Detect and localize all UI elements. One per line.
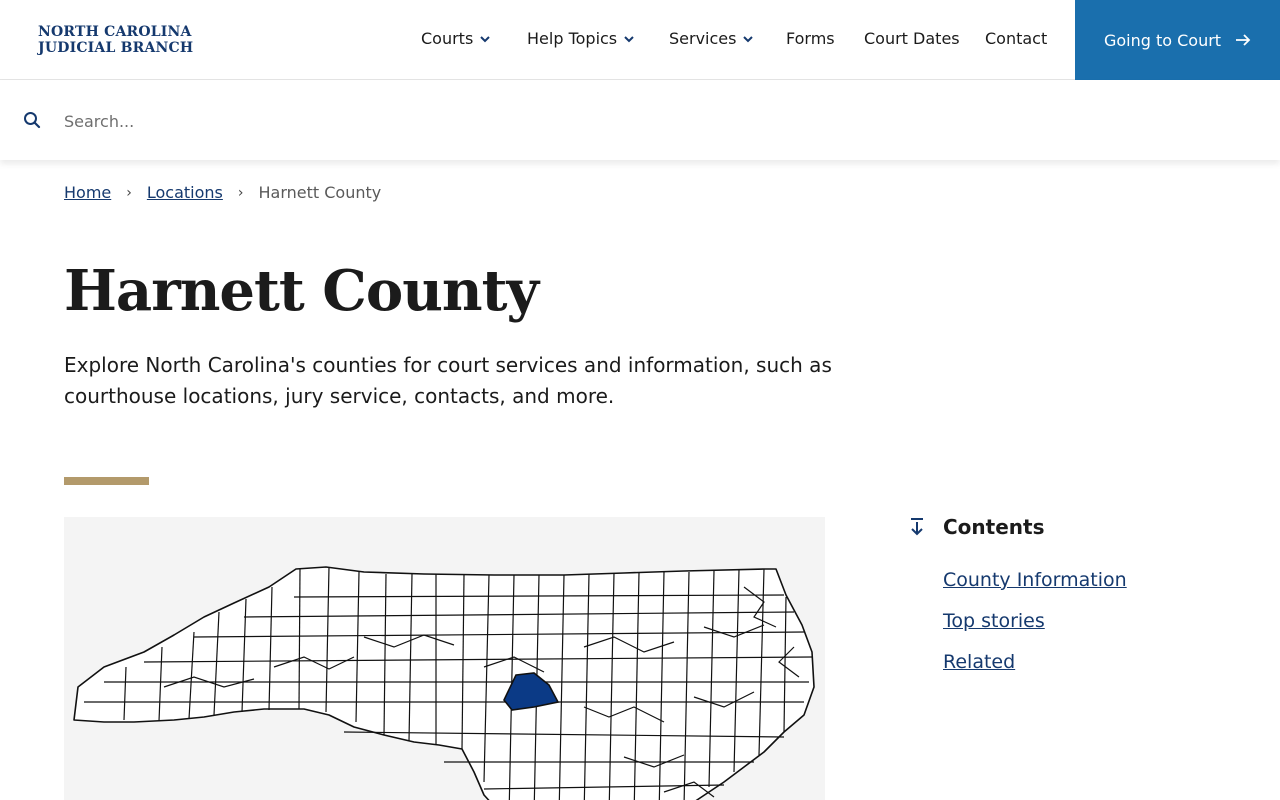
search-bar — [0, 80, 1280, 160]
breadcrumb-locations[interactable]: Locations — [147, 183, 223, 202]
chevron-down-icon — [480, 35, 491, 42]
chevron-right-icon: › — [126, 184, 132, 201]
logo-line-1: NORTH CAROLINA — [38, 24, 192, 40]
nav-item-contact[interactable]: Contact — [985, 29, 1047, 48]
nav-item-court-dates[interactable]: Court Dates — [864, 29, 960, 48]
site-logo[interactable]: NORTH CAROLINA JUDICIAL BRANCH — [38, 24, 193, 56]
nav-item-courts[interactable]: Courts — [421, 29, 491, 48]
toc-link-county-information[interactable]: County Information — [943, 569, 1127, 591]
toc-item: Top stories — [943, 610, 1127, 632]
breadcrumb: Home › Locations › Harnett County — [64, 183, 381, 202]
north-carolina-county-map — [73, 566, 815, 800]
nav-label-contact: Contact — [985, 29, 1048, 48]
toc-link-related[interactable]: Related — [943, 651, 1015, 673]
chevron-right-icon: › — [237, 184, 244, 201]
nav-label-forms: Forms — [786, 29, 835, 48]
toc-item: Related — [943, 651, 1127, 673]
nav-label-help-topics: Help Topics — [527, 29, 618, 48]
going-to-court-button[interactable]: Going to Court — [1075, 0, 1280, 80]
accent-divider — [64, 477, 149, 485]
toc-link-top-stories[interactable]: Top stories — [943, 610, 1045, 632]
table-of-contents: Contents County Information Top stories … — [908, 515, 1127, 692]
nav-label-services: Services — [669, 29, 737, 48]
state-outline — [73, 566, 815, 800]
toc-heading: Contents — [908, 515, 1127, 539]
nav-item-forms[interactable]: Forms — [786, 29, 835, 48]
nav-label-court-dates: Court Dates — [864, 29, 960, 48]
nav-label-courts: Courts — [421, 29, 474, 48]
toc-heading-label: Contents — [943, 515, 1045, 539]
search-input[interactable] — [64, 106, 1164, 136]
arrow-down-to-line-icon — [911, 518, 923, 536]
page-title: Harnett County — [64, 258, 539, 324]
breadcrumb-home[interactable]: Home — [64, 183, 111, 202]
toc-item: County Information — [943, 569, 1127, 591]
logo-line-2: JUDICIAL BRANCH — [38, 40, 194, 56]
toc-list: County Information Top stories Related — [943, 569, 1127, 673]
breadcrumb-current: Harnett County — [258, 183, 382, 202]
search-icon[interactable] — [23, 111, 41, 129]
county-map-panel — [64, 517, 825, 800]
nav-item-help-topics[interactable]: Help Topics — [527, 29, 635, 48]
chevron-down-icon — [624, 35, 634, 42]
nav-item-services[interactable]: Services — [669, 29, 754, 48]
site-header: NORTH CAROLINA JUDICIAL BRANCH Courts He… — [0, 0, 1280, 80]
going-to-court-label: Going to Court — [1103, 30, 1222, 50]
arrow-right-icon — [1236, 34, 1251, 46]
chevron-down-icon — [743, 35, 754, 42]
page-intro: Explore North Carolina's counties for co… — [64, 353, 832, 408]
